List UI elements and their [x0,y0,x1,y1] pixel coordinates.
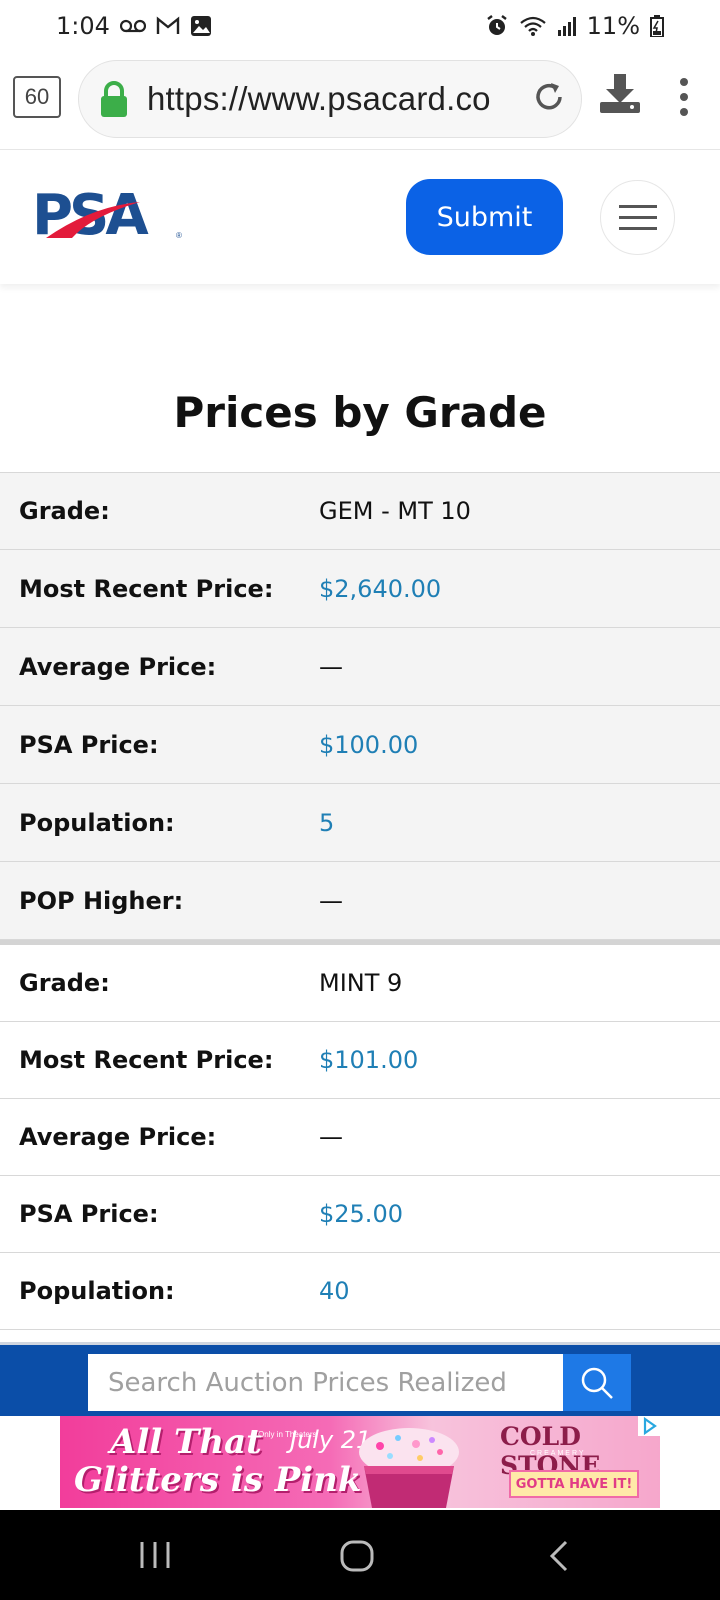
ad-cta-button[interactable]: GOTTA HAVE IT! [509,1470,639,1498]
svg-text:®: ® [176,231,182,240]
battery-percent: 11% [586,12,640,40]
most-recent-price-link[interactable]: $2,640.00 [319,575,441,603]
grade-block: Grade: GEM - MT 10 Most Recent Price: $2… [0,472,720,940]
prices-by-grade-table: Grade: GEM - MT 10 Most Recent Price: $2… [0,472,720,1330]
row-label: POP Higher: [19,886,184,915]
table-row: Grade: GEM - MT 10 [0,472,720,550]
battery-charging-icon [650,14,664,38]
row-label: Average Price: [19,652,217,681]
population-link[interactable]: 5 [319,809,334,837]
pop-higher-value: — [319,886,343,915]
population-link[interactable]: 40 [319,1277,350,1305]
grade-value: MINT 9 [319,969,403,997]
row-label: PSA Price: [19,1200,159,1228]
lock-icon [99,80,129,118]
adchoices-icon[interactable] [638,1416,660,1436]
voicemail-icon [119,14,146,38]
table-row: Most Recent Price: $2,640.00 [0,550,720,628]
hamburger-menu-icon[interactable] [600,180,675,255]
ad-headline-line2: Glitters is Pink [74,1460,362,1500]
gmail-icon [156,14,180,38]
signal-icon [557,14,577,38]
psa-logo[interactable]: PSA ® [32,183,184,249]
url-text[interactable]: https://www.psacard.co [147,80,517,118]
table-row: POP Higher: — [0,862,720,940]
site-header: PSA ® Submit [0,150,720,284]
row-label: Most Recent Price: [19,1046,274,1074]
table-row: Most Recent Price: $101.00 [0,1022,720,1099]
row-label: Grade: [19,969,110,997]
gallery-icon [190,14,212,38]
average-price-value: — [319,652,343,681]
table-row: Population: 40 [0,1253,720,1330]
grade-block: Grade: MINT 9 Most Recent Price: $101.00… [0,940,720,1330]
table-row: Average Price: — [0,1099,720,1176]
grade-value: GEM - MT 10 [319,497,471,525]
status-time: 1:04 [56,12,110,40]
ad-brand-sub: CREAMERY [530,1450,586,1457]
table-row: PSA Price: $100.00 [0,706,720,784]
submit-button[interactable]: Submit [406,179,563,255]
row-label: Average Price: [19,1123,217,1151]
row-label: PSA Price: [19,730,159,759]
row-label: Grade: [19,497,110,525]
address-bar[interactable]: https://www.psacard.co [78,60,582,138]
download-icon[interactable] [598,74,642,119]
table-row: Average Price: — [0,628,720,706]
ad-headline-line1: All That [110,1422,262,1462]
row-label: Population: [19,1277,175,1305]
back-icon[interactable] [548,1540,570,1577]
wifi-icon [519,14,547,38]
status-bar: 1:04 11% [0,0,720,52]
table-row: PSA Price: $25.00 [0,1176,720,1253]
recent-apps-icon[interactable] [138,1540,172,1575]
tab-switcher-button[interactable]: 60 [13,76,61,118]
browser-toolbar: 60 https://www.psacard.co [0,52,720,150]
table-row: Population: 5 [0,784,720,862]
more-options-icon[interactable] [680,78,688,116]
search-icon [581,1367,613,1399]
table-row: Grade: MINT 9 [0,945,720,1022]
search-input[interactable] [88,1354,564,1411]
row-label: Population: [19,808,175,837]
page-title: Prices by Grade [173,388,547,437]
ice-cream-cup-image [350,1422,468,1508]
android-nav-bar [0,1510,720,1600]
psa-price-link[interactable]: $25.00 [319,1200,403,1228]
search-button[interactable] [563,1354,631,1411]
reload-icon[interactable] [531,79,567,120]
home-icon[interactable] [340,1540,374,1577]
search-strip [0,1342,720,1416]
ad-banner[interactable]: All That Glitters is Pink Only in Theate… [60,1416,660,1508]
alarm-icon [485,14,509,38]
most-recent-price-link[interactable]: $101.00 [319,1046,418,1074]
psa-price-link[interactable]: $100.00 [319,731,418,759]
average-price-value: — [319,1123,343,1151]
row-label: Most Recent Price: [19,574,274,603]
